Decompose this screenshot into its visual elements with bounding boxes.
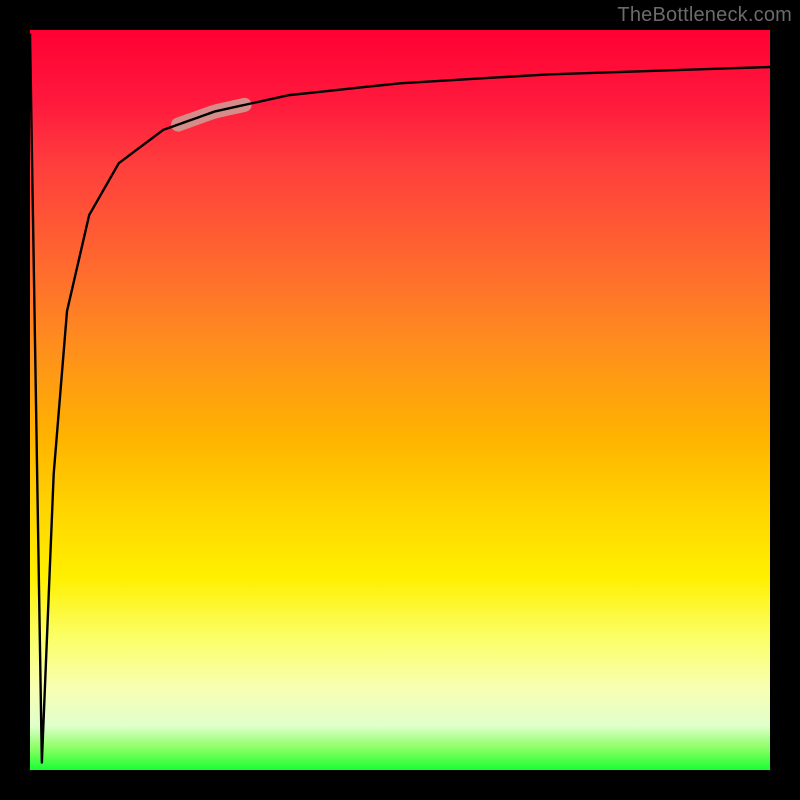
curve-layer xyxy=(30,30,770,770)
chart-frame: TheBottleneck.com xyxy=(0,0,800,800)
plot-area xyxy=(30,30,770,770)
watermark-text: TheBottleneck.com xyxy=(617,4,792,27)
bottleneck-curve xyxy=(54,67,770,474)
left-spike xyxy=(30,34,54,763)
